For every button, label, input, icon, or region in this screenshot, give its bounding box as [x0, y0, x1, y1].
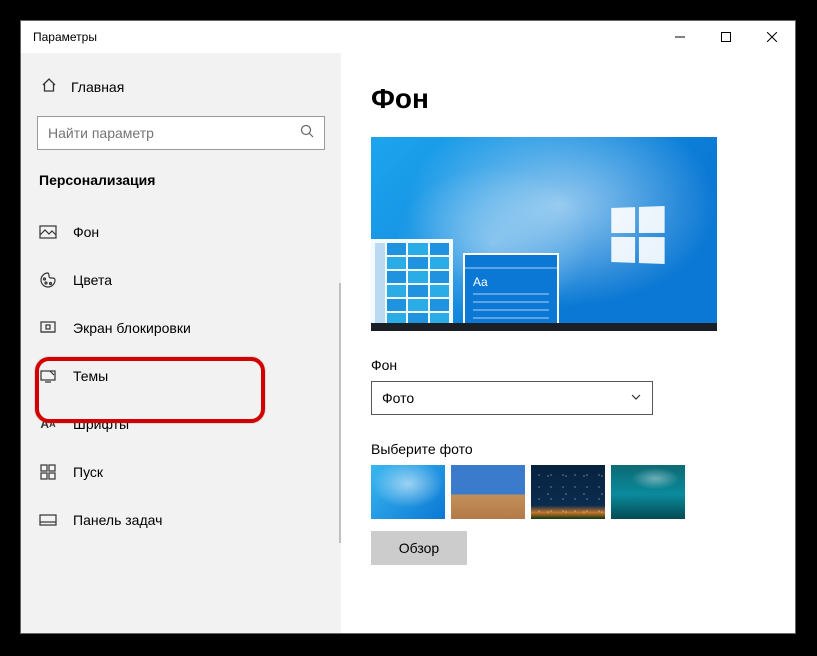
sidebar-item-themes[interactable]: Темы	[21, 352, 341, 400]
lock-screen-icon	[39, 319, 57, 337]
close-button[interactable]	[749, 21, 795, 53]
home-icon	[41, 77, 57, 96]
photo-thumbnail[interactable]	[451, 465, 525, 519]
themes-icon	[39, 367, 57, 385]
sidebar-item-lockscreen[interactable]: Экран блокировки	[21, 304, 341, 352]
sidebar-item-label: Панель задач	[73, 512, 162, 528]
maximize-button[interactable]	[703, 21, 749, 53]
sidebar-item-label: Фон	[73, 224, 99, 240]
photo-thumbnails	[371, 465, 765, 519]
fonts-icon: AA	[39, 415, 57, 433]
sidebar-item-label: Экран блокировки	[73, 320, 191, 336]
sidebar-item-start[interactable]: Пуск	[21, 448, 341, 496]
image-icon	[39, 223, 57, 241]
sidebar-item-fonts[interactable]: AA Шрифты	[21, 400, 341, 448]
window-controls	[657, 21, 795, 53]
dropdown-value: Фото	[382, 390, 414, 406]
taskbar-preview	[371, 323, 717, 331]
sidebar-item-taskbar[interactable]: Панель задач	[21, 496, 341, 544]
main: Фон Aa	[341, 53, 795, 633]
sidebar-item-label: Цвета	[73, 272, 112, 288]
sidebar-item-label: Шрифты	[73, 416, 129, 432]
choose-photo-label: Выберите фото	[371, 441, 765, 457]
search-row	[21, 104, 341, 166]
nav: Фон Цвета	[21, 208, 341, 544]
sample-window-preview: Aa	[463, 253, 559, 331]
chevron-down-icon	[630, 390, 642, 406]
photo-thumbnail[interactable]	[531, 465, 605, 519]
sidebar: Главная Персонализация	[21, 53, 341, 633]
dropdown-label: Фон	[371, 357, 765, 373]
background-type-dropdown[interactable]: Фото	[371, 381, 653, 415]
preview-ui: Aa	[371, 239, 559, 331]
minimize-button[interactable]	[657, 21, 703, 53]
scrollbar[interactable]	[339, 283, 341, 543]
wallpaper-preview: Aa	[371, 137, 717, 331]
sidebar-item-label: Пуск	[73, 464, 103, 480]
window-title: Параметры	[33, 30, 97, 44]
palette-icon	[39, 271, 57, 289]
home-label: Главная	[71, 79, 124, 95]
windows-logo-icon	[611, 206, 664, 264]
sidebar-item-label: Темы	[73, 368, 108, 384]
search-icon	[300, 124, 314, 143]
sidebar-item-colors[interactable]: Цвета	[21, 256, 341, 304]
titlebar: Параметры	[21, 21, 795, 53]
search-input[interactable]	[48, 125, 300, 141]
content: Главная Персонализация	[21, 53, 795, 633]
photo-thumbnail[interactable]	[611, 465, 685, 519]
photo-thumbnail[interactable]	[371, 465, 445, 519]
sample-text: Aa	[473, 275, 488, 289]
start-menu-preview	[371, 239, 453, 331]
category-header: Персонализация	[21, 166, 341, 208]
sidebar-item-background[interactable]: Фон	[21, 208, 341, 256]
start-icon	[39, 463, 57, 481]
page-heading: Фон	[371, 83, 765, 115]
home-link[interactable]: Главная	[21, 69, 341, 104]
search-box[interactable]	[37, 116, 325, 150]
settings-window: Параметры Главная	[20, 20, 796, 634]
browse-label: Обзор	[399, 540, 439, 556]
taskbar-icon	[39, 511, 57, 529]
browse-button[interactable]: Обзор	[371, 531, 467, 565]
